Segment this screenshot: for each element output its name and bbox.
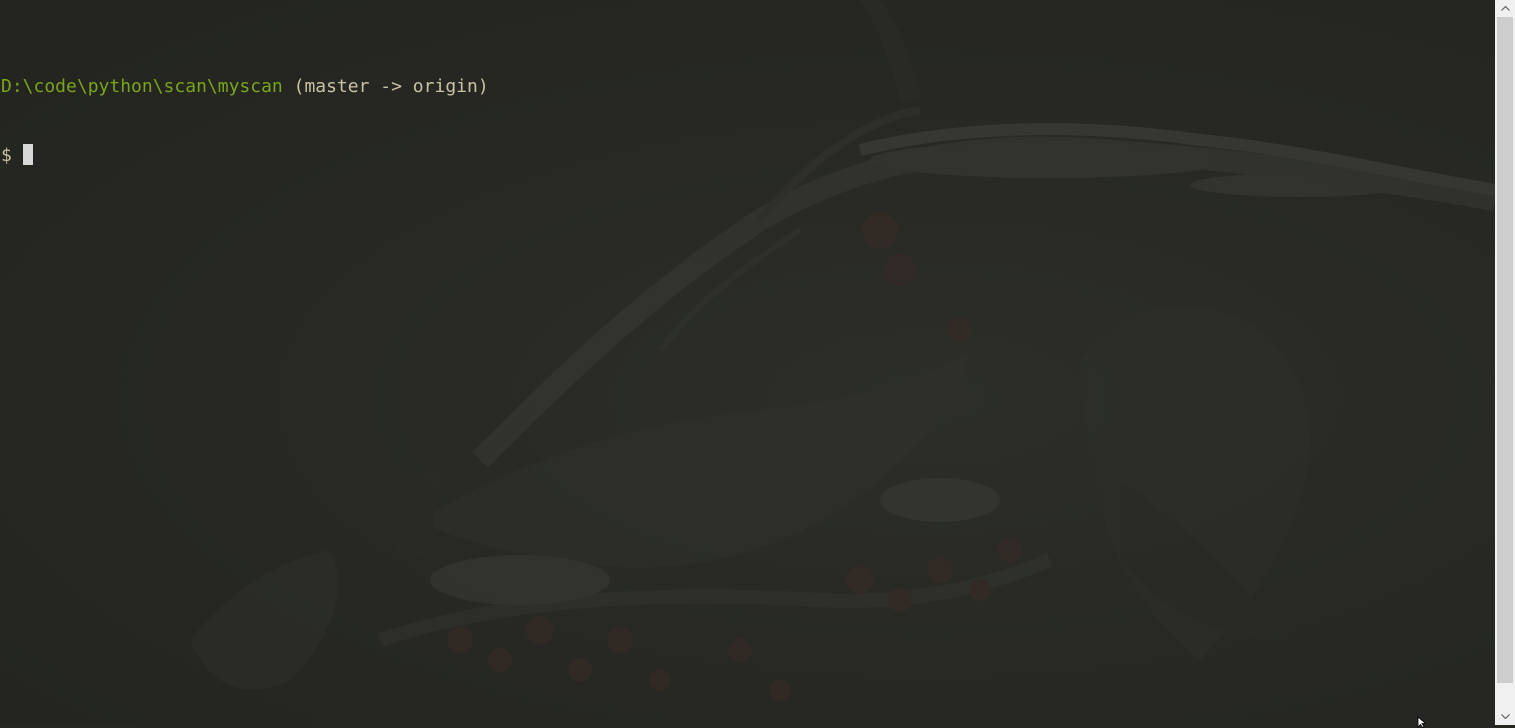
prompt-path-line: D:\code\python\scan\myscan (master -> or… [1, 75, 489, 98]
prompt-input-line[interactable]: $ [1, 144, 489, 167]
mouse-pointer-icon [1417, 716, 1427, 728]
arrow-down-icon [1500, 714, 1510, 719]
terminal-output: D:\code\python\scan\myscan (master -> or… [1, 29, 489, 213]
vertical-scrollbar[interactable] [1495, 0, 1515, 725]
scroll-down-button[interactable] [1495, 708, 1515, 725]
git-branch-info: (master -> origin) [282, 76, 489, 97]
scrollbar-thumb[interactable] [1497, 17, 1513, 683]
terminal-window[interactable]: D:\code\python\scan\myscan (master -> or… [0, 0, 1495, 725]
prompt-path: D:\code\python\scan\myscan [1, 76, 283, 97]
scroll-up-button[interactable] [1495, 0, 1515, 17]
prompt-symbol: $ [1, 145, 12, 166]
arrow-up-icon [1500, 6, 1510, 11]
text-cursor [22, 144, 33, 165]
